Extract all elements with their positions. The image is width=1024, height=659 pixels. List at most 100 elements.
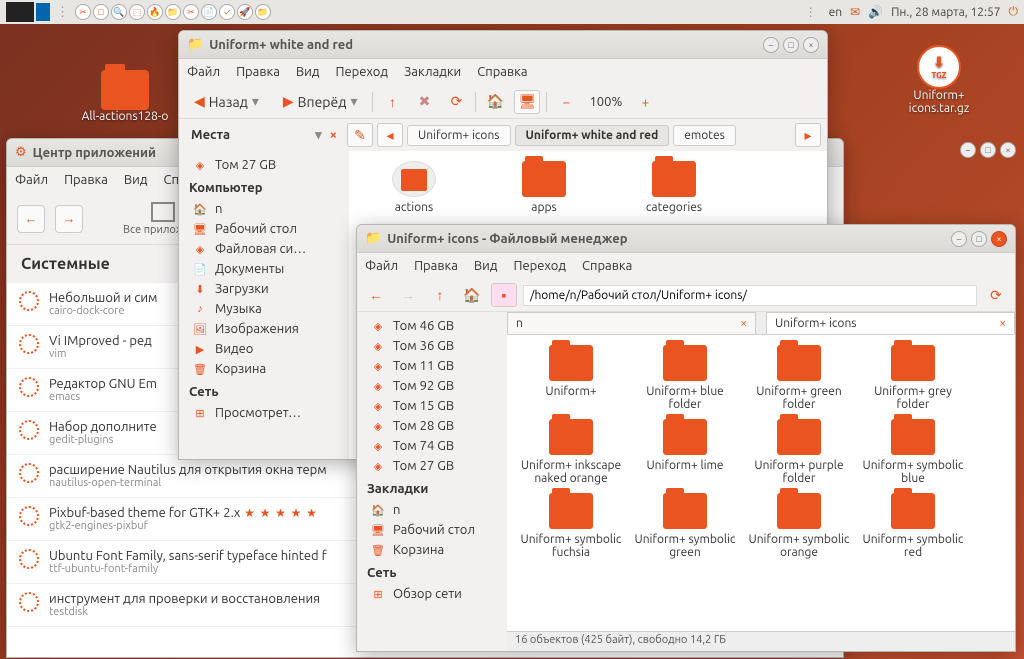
sidebar-item-trash[interactable]: 🗑Корзина [357,540,507,560]
menu-help[interactable]: Справка [582,259,632,273]
back-button[interactable]: ← [17,205,45,233]
home-button[interactable]: 🏠 [459,283,485,307]
edit-path-button[interactable]: ✎ [347,123,373,147]
forward-button[interactable]: → [55,205,83,233]
panel-launcher-icon[interactable] [6,2,34,22]
sidebar-item-home[interactable]: 🏠n [357,500,507,520]
zoom-in-button[interactable]: + [632,90,658,114]
reload-button[interactable]: ⟳ [443,90,469,114]
volume-icon[interactable]: 🔊 [868,5,883,19]
back-button[interactable]: ← [363,283,389,307]
sidebar[interactable]: ◈Том 46 GB ◈Том 36 GB ◈Том 11 GB ◈Том 92… [357,312,507,651]
sidebar-item-music[interactable]: ♪Музыка [179,299,349,319]
menu-help[interactable]: Справка [477,65,527,79]
panel-tool-icon[interactable]: 📁 [165,4,181,20]
folder-item[interactable]: Uniform+ inkscape naked orange [517,419,625,485]
menu-edit[interactable]: Правка [236,65,280,79]
close-icon[interactable]: × [999,317,1006,330]
sidebar-item-volume[interactable]: ◈Том 74 GB [357,436,507,456]
maximize-button[interactable]: □ [783,37,799,53]
stop-button[interactable]: ✖ [411,90,437,114]
sidebar-item-desktop[interactable]: 🖥Рабочий стол [179,219,349,239]
panel-tool-icon[interactable]: 📄 [201,4,217,20]
folder-item[interactable]: Uniform+ grey folder [859,345,967,411]
sidebar-item-volume[interactable]: ◈Том 92 GB [357,376,507,396]
menu-bookmarks[interactable]: Закладки [404,65,461,79]
menu-view[interactable]: Вид [296,65,320,79]
sidebar-item-volume[interactable]: ◈Том 15 GB [357,396,507,416]
sidebar-item-desktop[interactable]: 🖥Рабочий стол [357,520,507,540]
close-button[interactable]: × [991,231,1007,247]
sidebar[interactable]: ◈Том 27 GB Компьютер 🏠n 🖥Рабочий стол ◈Ф… [179,151,349,459]
sidebar-item-video[interactable]: ▶Видео [179,339,349,359]
menu-file[interactable]: Файл [15,173,48,187]
path-fwd-button[interactable]: ▸ [795,123,821,147]
forward-button[interactable]: → [395,283,421,307]
panel-tool-icon[interactable]: □ [93,4,109,20]
mail-icon[interactable]: ✉ [850,5,860,19]
close-button[interactable]: × [803,37,819,53]
sidebar-item-volume[interactable]: ◈Том 36 GB [357,336,507,356]
path-input[interactable] [523,285,977,306]
menu-edit[interactable]: Правка [64,173,108,187]
close-icon[interactable]: × [740,317,747,330]
back-button[interactable]: ◀Назад▾ [185,90,268,114]
folder-item[interactable]: actions [359,161,469,214]
sidebar-item-filesystem[interactable]: ◈Файловая си… [179,239,349,259]
menu-go[interactable]: Переход [513,259,566,273]
sidebar-item-volume[interactable]: ◈Том 27 GB [357,456,507,476]
maximize-button[interactable]: □ [980,142,996,158]
folder-item[interactable]: Uniform+ symbolic green [631,493,739,559]
tab[interactable]: n× [507,312,756,334]
minimize-button[interactable]: – [951,231,967,247]
path-back-button[interactable]: ◂ [377,123,403,147]
sidebar-item-downloads[interactable]: ⬇Загрузки [179,279,349,299]
folder-item[interactable]: Uniform+ [517,345,625,411]
sidebar-item-volume[interactable]: ◈Том 11 GB [357,356,507,376]
folder-item[interactable]: Uniform+ lime [631,419,739,485]
computer-button[interactable]: 🖥 [514,90,540,114]
sidebar-item-network[interactable]: ⊞Обзор сети [357,584,507,604]
sidebar-item-volume[interactable]: ◈Том 46 GB [357,316,507,336]
panel-tool-icon[interactable]: 🔍 [111,4,127,20]
power-icon[interactable]: ⏻ [1009,5,1019,19]
panel-tool-icon[interactable]: ⬚ [129,4,145,20]
up-button[interactable]: ↑ [427,283,453,307]
breadcrumb-item[interactable]: emotes [673,125,736,146]
menu-file[interactable]: Файл [365,259,398,273]
sidebar-item-trash[interactable]: 🗑Корзина [179,359,349,379]
folder-item[interactable]: Uniform+ purple folder [745,419,853,485]
minimize-button[interactable]: – [960,142,976,158]
clock[interactable]: Пн., 28 марта, 12:57 [891,6,1000,19]
sidebar-item-volume[interactable]: ◈Том 27 GB [179,155,349,175]
folder-item[interactable]: Uniform+ blue folder [631,345,739,411]
panel-app-icon[interactable] [36,3,50,21]
sidebar-item-documents[interactable]: 📄Документы [179,259,349,279]
menu-go[interactable]: Переход [335,65,388,79]
breadcrumb-item[interactable]: Uniform+ icons [407,125,511,146]
language-indicator[interactable]: en [829,6,842,19]
maximize-button[interactable]: □ [971,231,987,247]
desktop-icon-allactions[interactable]: All-actions128-o [80,70,170,123]
breadcrumb-item-active[interactable]: Uniform+ white and red [515,125,670,146]
close-icon[interactable]: × [330,128,337,142]
desktop-icon-archive[interactable]: ⬇TGZ Uniform+ icons.tar.gz [894,45,984,115]
folder-item[interactable]: categories [619,161,729,214]
minimize-button[interactable]: – [763,37,779,53]
forward-button[interactable]: ▶Вперёд▾ [274,90,367,114]
folder-item[interactable]: Uniform+ symbolic fuchsia [517,493,625,559]
panel-tool-icon[interactable]: 🚀 [237,4,253,20]
path-toggle-button[interactable]: ▪ [491,283,517,307]
places-header[interactable]: Места▾× [185,124,343,147]
zoom-out-button[interactable]: − [553,90,579,114]
sidebar-item-home[interactable]: 🏠n [179,199,349,219]
titlebar[interactable]: 📁 Uniform+ white and red – □ × [179,31,827,59]
menu-view[interactable]: Вид [124,173,148,187]
sidebar-item-browse[interactable]: ⊞Просмотрет… [179,403,349,423]
panel-tool-icon[interactable]: 📁 [255,4,271,20]
tab-active[interactable]: Uniform+ icons× [766,312,1015,334]
panel-tool-icon[interactable]: ✓ [219,4,235,20]
sidebar-item-volume[interactable]: ◈Том 28 GB [357,416,507,436]
titlebar[interactable]: 📁 Uniform+ icons - Файловый менеджер – □… [357,225,1015,253]
panel-tool-icon[interactable]: ✂ [183,4,199,20]
